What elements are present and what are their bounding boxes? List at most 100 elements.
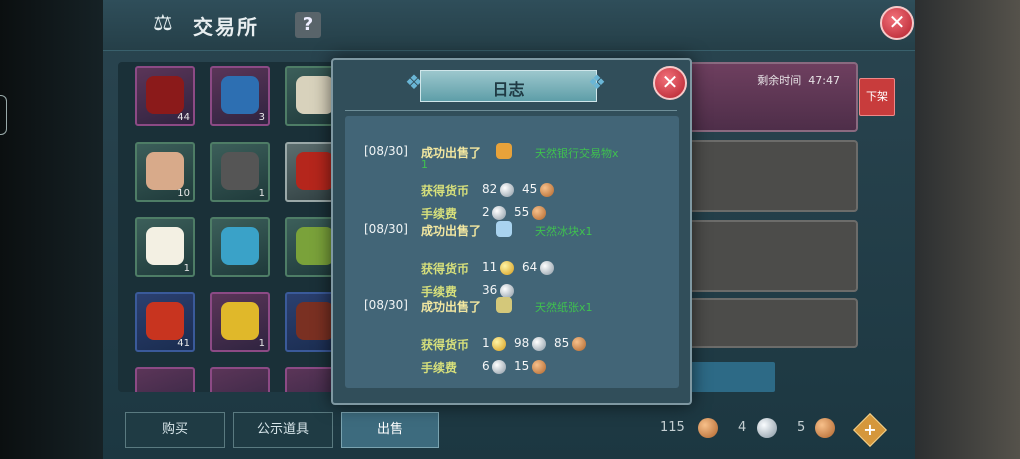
money-amount: 82 xyxy=(482,182,498,196)
item-icon xyxy=(496,297,512,313)
item-icon xyxy=(496,221,512,237)
silver-coin-icon xyxy=(500,183,514,197)
inventory-slot[interactable] xyxy=(210,367,270,392)
log-list[interactable]: [08/30] 成功出售了 天然银行交易物x 1 获得货币 82 45 手续费 2 55 [08/3… xyxy=(345,116,679,388)
earn-label: 获得货币 xyxy=(421,262,470,276)
item-icon xyxy=(221,227,259,265)
listing-row[interactable] xyxy=(688,140,858,212)
silver-coin-icon xyxy=(500,284,514,298)
takedown-button[interactable]: 下架 xyxy=(859,78,895,116)
silver-amount: 4 xyxy=(738,420,747,435)
listing-action-strip[interactable] xyxy=(683,362,775,392)
money-amount: 55 xyxy=(514,205,530,219)
item-icon xyxy=(296,152,334,190)
item-name-cont: 1 xyxy=(421,158,428,171)
inventory-slot[interactable]: 3 xyxy=(210,66,270,126)
listing-row[interactable] xyxy=(688,220,858,292)
listing-row[interactable]: 剩余时间 47:47 xyxy=(688,62,858,132)
inventory-slot[interactable]: 41 xyxy=(135,292,195,352)
tab-buy[interactable]: 购买 xyxy=(125,412,225,448)
inventory-slot[interactable] xyxy=(135,367,195,392)
gold-coin-icon xyxy=(492,337,506,351)
item-icon xyxy=(146,76,184,114)
tab-public-items[interactable]: 公示道具 xyxy=(233,412,333,448)
bronze-coin-icon xyxy=(532,360,546,374)
money-amount: 45 xyxy=(522,182,538,196)
money-amount: 64 xyxy=(522,260,538,274)
log-date: [08/30] xyxy=(364,298,408,312)
right-backdrop xyxy=(910,0,1020,459)
bronze-coin-icon xyxy=(572,337,586,351)
bronze-coin-icon xyxy=(540,183,554,197)
money-amount: 6 xyxy=(482,359,490,373)
item-icon xyxy=(296,227,334,265)
silver-coin-icon xyxy=(757,418,777,438)
item-icon xyxy=(296,302,334,340)
silver-coin-icon xyxy=(532,337,546,351)
slot-count: 44 xyxy=(177,112,190,123)
slot-count: 1 xyxy=(183,263,190,274)
side-pull-tab[interactable] xyxy=(0,95,7,135)
item-icon xyxy=(221,152,259,190)
earn-label: 获得货币 xyxy=(421,338,470,352)
item-icon xyxy=(146,152,184,190)
bronze-amount: 115 xyxy=(660,420,685,435)
silver-coin-icon xyxy=(540,261,554,275)
silver-coin-icon xyxy=(492,360,506,374)
plus-icon: + xyxy=(863,420,877,439)
fee-label: 手续费 xyxy=(421,361,458,375)
slot-count: 3 xyxy=(258,112,265,123)
copper-amount: 5 xyxy=(797,420,806,435)
inventory-slot[interactable] xyxy=(210,217,270,277)
money-amount: 85 xyxy=(554,336,570,350)
inventory-slot[interactable]: 10 xyxy=(135,142,195,202)
copper-coin-icon xyxy=(815,418,835,438)
item-name: 天然冰块x1 xyxy=(535,225,593,238)
item-icon xyxy=(296,76,334,114)
scales-icon: ⚖ xyxy=(153,11,173,36)
money-amount: 1 xyxy=(482,336,490,350)
item-icon xyxy=(496,143,512,159)
slot-count: 1 xyxy=(258,338,265,349)
ornament-right-icon: ❖ xyxy=(588,70,606,94)
money-amount: 11 xyxy=(482,260,498,274)
inventory-grid: 443110112411 xyxy=(118,62,343,392)
log-date: [08/30] xyxy=(364,144,408,158)
log-dialog: ❖ 日志 ❖ ✕ [08/30] 成功出售了 天然银行交易物x 1 获得货币 82 45 手续… xyxy=(331,58,692,405)
tab-sell[interactable]: 出售 xyxy=(341,412,439,448)
left-backdrop xyxy=(0,0,105,459)
item-icon xyxy=(146,227,184,265)
remaining-time: 剩余时间 47:47 xyxy=(757,74,840,87)
item-name: 天然银行交易物x xyxy=(535,147,619,160)
inventory-slot[interactable]: 44 xyxy=(135,66,195,126)
money-amount: 36 xyxy=(482,283,498,297)
inventory-slot[interactable]: 1 xyxy=(210,142,270,202)
item-icon xyxy=(221,76,259,114)
log-date: [08/30] xyxy=(364,222,408,236)
sold-label: 成功出售了 xyxy=(421,300,482,314)
close-button[interactable]: ✕ xyxy=(880,6,914,40)
silver-coin-icon xyxy=(492,206,506,220)
item-name: 天然纸张x1 xyxy=(535,301,593,314)
inventory-slot[interactable]: 1 xyxy=(210,292,270,352)
window-header: ⚖ 交易所 ? xyxy=(103,0,915,51)
dialog-title-bar: 日志 xyxy=(420,70,597,102)
bronze-coin-icon xyxy=(698,418,718,438)
money-amount: 98 xyxy=(514,336,530,350)
bronze-coin-icon xyxy=(532,206,546,220)
slot-count: 41 xyxy=(177,338,190,349)
add-currency-button[interactable]: + xyxy=(853,413,887,447)
item-icon xyxy=(221,302,259,340)
item-icon xyxy=(146,302,184,340)
inventory-slot[interactable]: 1 xyxy=(135,217,195,277)
dialog-title: 日志 xyxy=(492,80,525,99)
listing-row[interactable] xyxy=(688,298,858,348)
help-button[interactable]: ? xyxy=(295,12,321,38)
slot-count: 1 xyxy=(258,188,265,199)
dialog-divider xyxy=(345,110,677,111)
money-amount: 15 xyxy=(514,359,530,373)
earn-label: 获得货币 xyxy=(421,184,470,198)
dialog-close-button[interactable]: ✕ xyxy=(653,66,687,100)
slot-count: 10 xyxy=(177,188,190,199)
gold-coin-icon xyxy=(500,261,514,275)
